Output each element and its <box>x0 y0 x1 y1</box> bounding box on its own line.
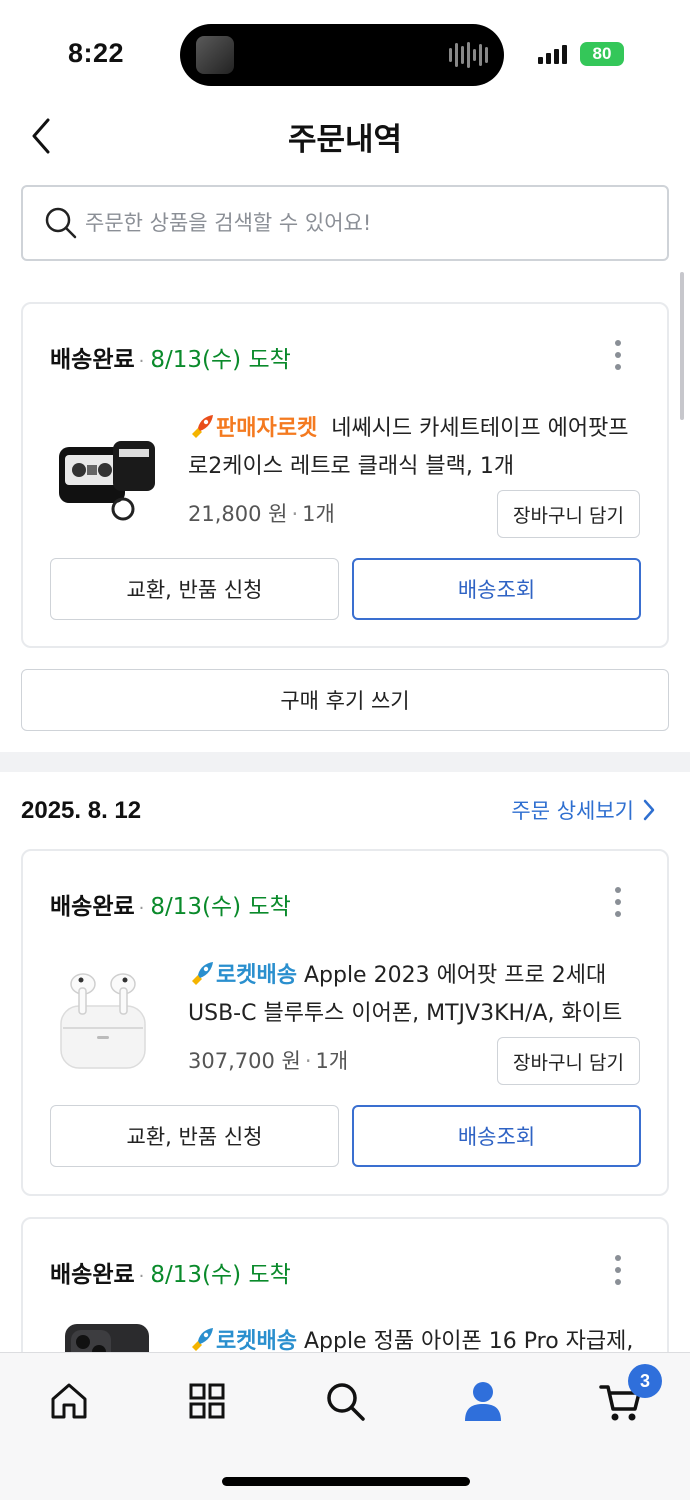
status-label: 배송완료 <box>50 1262 135 1288</box>
section-divider <box>0 752 690 772</box>
arrival-date: 8/13(수) 도착 <box>150 894 291 920</box>
chevron-right-icon <box>643 799 655 821</box>
battery-indicator: 80 <box>580 42 624 66</box>
audio-wave-icon <box>449 41 488 69</box>
status-label: 배송완료 <box>50 347 135 373</box>
quantity: 1개 <box>315 1049 349 1073</box>
status-time: 8:22 <box>68 38 125 68</box>
rocket-icon <box>192 962 213 985</box>
rocket-icon <box>192 1328 213 1351</box>
track-delivery-button[interactable]: 배송조회 <box>352 1105 641 1167</box>
delivery-status: 배송완료 · 8/13(수) 도착 <box>50 894 291 920</box>
product-image[interactable] <box>51 966 161 1076</box>
delivery-status: 배송완료 · 8/13(수) 도착 <box>50 1262 291 1288</box>
product-price: 307,700 원 · 1개 <box>188 1049 349 1073</box>
product-title: Apple 정품 아이폰 16 Pro 자급제, <box>303 1329 634 1354</box>
more-options-icon[interactable] <box>615 887 623 917</box>
signal-icon <box>538 44 567 64</box>
arrival-date: 8/13(수) 도착 <box>150 347 291 373</box>
order-date: 2025. 8. 12 <box>21 797 142 824</box>
status-bar: 8:22 80 <box>0 0 690 100</box>
now-playing-thumbnail <box>196 36 234 74</box>
more-options-icon[interactable] <box>615 1255 623 1285</box>
page-title: 주문내역 <box>287 122 403 158</box>
rocket-delivery-badge: 로켓배송 <box>216 1329 297 1354</box>
status-label: 배송완료 <box>50 894 135 920</box>
search-icon <box>45 207 77 239</box>
cart-count-badge: 3 <box>628 1364 662 1398</box>
page-header: 주문내역 <box>0 100 690 170</box>
delivery-status: 배송완료 · 8/13(수) 도착 <box>50 347 291 373</box>
order-card: 배송완료 · 8/13(수) 도착 판매자로켓 네쎄시드 카세트테이프 에어팟프로2… <box>21 302 669 648</box>
scrollbar[interactable] <box>680 272 684 420</box>
price-value: 307,700 원 <box>188 1049 301 1073</box>
add-to-cart-button[interactable]: 장바구니 담기 <box>497 1037 640 1085</box>
quantity: 1개 <box>302 502 335 526</box>
product-name[interactable]: 로켓배송 Apple 2023 에어팟 프로 2세대 USB-C 블루투스 이어… <box>188 957 646 1033</box>
order-card: 배송완료 · 8/13(수) 도착 로켓배송 Apple 2023 에어팟 프로 2… <box>21 849 669 1196</box>
home-icon[interactable] <box>45 1377 93 1425</box>
more-options-icon[interactable] <box>615 340 623 370</box>
price-value: 21,800 원 <box>188 502 288 526</box>
home-indicator[interactable] <box>222 1477 470 1486</box>
product-name[interactable]: 판매자로켓 네쎄시드 카세트테이프 에어팟프로2케이스 레트로 클래식 블랙, … <box>188 410 646 486</box>
exchange-return-button[interactable]: 교환, 반품 신청 <box>50 1105 339 1167</box>
rocket-icon <box>192 415 213 438</box>
product-price: 21,800 원 · 1개 <box>188 502 335 526</box>
search-input[interactable] <box>85 205 645 241</box>
order-detail-label: 주문 상세보기 <box>511 799 634 823</box>
product-image[interactable] <box>51 419 161 529</box>
track-delivery-button[interactable]: 배송조회 <box>352 558 641 620</box>
arrival-date: 8/13(수) 도착 <box>150 1262 291 1288</box>
exchange-return-button[interactable]: 교환, 반품 신청 <box>50 558 339 620</box>
grid-icon[interactable] <box>183 1377 231 1425</box>
write-review-button[interactable]: 구매 후기 쓰기 <box>21 669 669 731</box>
rocket-delivery-badge: 로켓배송 <box>216 963 297 988</box>
search-icon[interactable] <box>321 1377 369 1425</box>
search-box[interactable] <box>21 185 669 261</box>
order-detail-link[interactable]: 주문 상세보기 <box>511 795 656 825</box>
add-to-cart-button[interactable]: 장바구니 담기 <box>497 490 640 538</box>
user-icon[interactable] <box>459 1377 507 1425</box>
dynamic-island <box>180 24 504 86</box>
seller-rocket-badge: 판매자로켓 <box>216 416 318 441</box>
